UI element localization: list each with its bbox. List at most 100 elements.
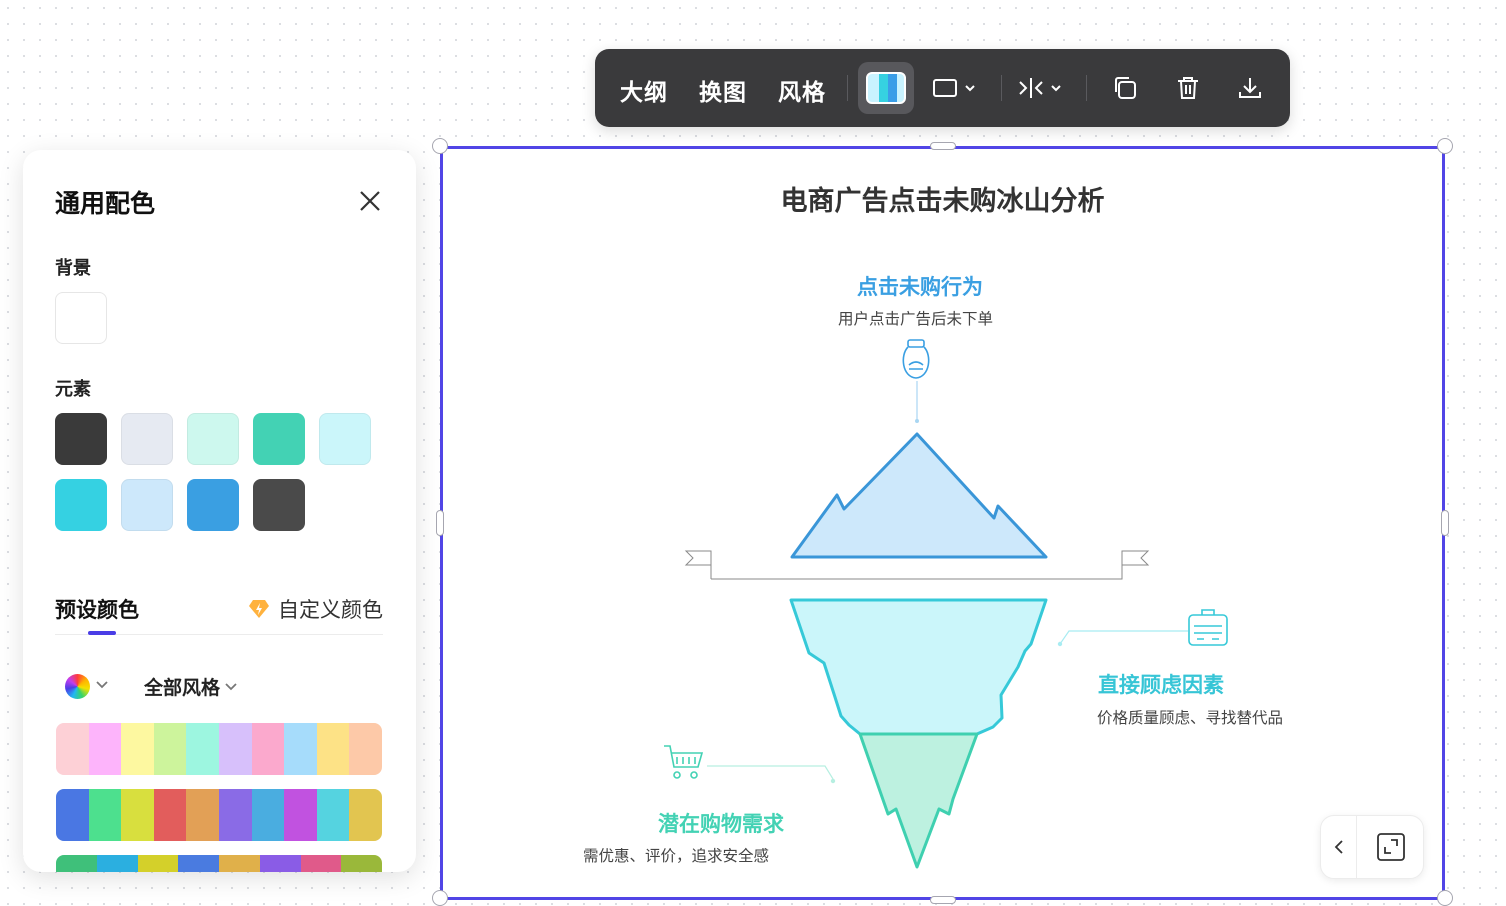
toolbar-divider bbox=[1086, 75, 1087, 101]
element-color-swatch[interactable] bbox=[55, 413, 107, 465]
palette-option[interactable] bbox=[56, 855, 382, 872]
rectangle-shape-icon bbox=[933, 79, 975, 97]
palette-color-cell bbox=[218, 723, 252, 775]
palette-color-cell bbox=[186, 723, 219, 775]
palette-color-cell bbox=[251, 789, 285, 841]
palette-color-cell bbox=[284, 789, 317, 841]
palette-color-cell bbox=[96, 855, 138, 872]
close-icon[interactable] bbox=[359, 190, 381, 212]
floating-toolbar: 大纲 换图 风格 bbox=[595, 49, 1290, 127]
corner-divider bbox=[1356, 816, 1357, 878]
tab-custom-colors[interactable]: 自定义颜色 bbox=[248, 594, 383, 624]
element-color-swatch[interactable] bbox=[319, 413, 371, 465]
download-button[interactable] bbox=[1237, 73, 1263, 103]
elements-label: 元素 bbox=[55, 379, 91, 400]
style-filter-label: 全部风格 bbox=[144, 677, 221, 699]
swap-chart-button[interactable]: 换图 bbox=[699, 73, 747, 107]
money-bag-icon bbox=[902, 339, 930, 379]
resize-handle-bottom-right[interactable] bbox=[1437, 890, 1453, 906]
align-dropdown-button[interactable] bbox=[1018, 73, 1066, 103]
tab-custom-label: 自定义颜色 bbox=[278, 598, 383, 622]
shape-dropdown-button[interactable] bbox=[933, 73, 979, 103]
chevron-left-icon[interactable] bbox=[1332, 839, 1346, 855]
palette-color-cell bbox=[56, 855, 97, 872]
element-color-swatch[interactable] bbox=[121, 413, 173, 465]
copy-icon bbox=[1115, 77, 1136, 99]
style-filter-dropdown[interactable]: 全部风格 bbox=[144, 673, 238, 700]
top-connector-dot bbox=[915, 419, 919, 423]
palette-color-cell bbox=[88, 789, 122, 841]
color-settings-panel: 通用配色 背景 元素 预设颜色 自定义颜色 全部风格 bbox=[23, 150, 416, 872]
palette-icon bbox=[866, 72, 906, 104]
palette-color-cell bbox=[137, 855, 179, 872]
fit-screen-icon[interactable] bbox=[1377, 833, 1405, 861]
download-icon bbox=[1239, 78, 1261, 98]
palette-color-cell bbox=[56, 789, 89, 841]
element-color-swatch[interactable] bbox=[253, 479, 305, 531]
iceberg-deep bbox=[858, 732, 979, 869]
element-color-swatch[interactable] bbox=[121, 479, 173, 531]
palette-color-cell bbox=[341, 855, 382, 872]
palette-color-cell bbox=[121, 789, 154, 841]
palette-option[interactable] bbox=[56, 789, 382, 841]
palette-color-cell bbox=[121, 723, 154, 775]
credit-card-icon bbox=[1188, 609, 1228, 646]
palette-color-cell bbox=[316, 723, 350, 775]
element-color-swatch[interactable] bbox=[55, 479, 107, 531]
resize-handle-top-left[interactable] bbox=[432, 138, 448, 154]
palette-color-cell bbox=[56, 723, 89, 775]
diagram-canvas[interactable]: 电商广告点击未购冰山分析 点击未购行为 用户点击广告后未下单 直接顾虑因素 价格… bbox=[440, 146, 1445, 900]
style-button[interactable]: 风格 bbox=[778, 73, 826, 107]
palette-color-cell bbox=[259, 855, 301, 872]
palette-color-cell bbox=[300, 855, 342, 872]
delete-button[interactable] bbox=[1175, 73, 1201, 103]
outline-button[interactable]: 大纲 bbox=[620, 73, 668, 107]
color-palette-button[interactable] bbox=[858, 62, 914, 114]
element-color-swatch[interactable] bbox=[187, 413, 239, 465]
bottom-connector bbox=[707, 765, 834, 780]
palette-color-cell bbox=[251, 723, 285, 775]
element-color-swatch[interactable] bbox=[187, 479, 239, 531]
tab-preset-colors[interactable]: 预设颜色 bbox=[55, 594, 139, 624]
palette-color-cell bbox=[153, 789, 187, 841]
element-color-swatch[interactable] bbox=[253, 413, 305, 465]
diamond-icon bbox=[249, 600, 269, 618]
background-label: 背景 bbox=[55, 258, 91, 279]
resize-handle-top-right[interactable] bbox=[1437, 138, 1453, 154]
iceberg-tip bbox=[790, 432, 1048, 559]
canvas-corner-controls bbox=[1320, 815, 1424, 879]
resize-handle-bottom[interactable] bbox=[930, 896, 956, 904]
iceberg-graphic bbox=[664, 339, 1228, 869]
copy-button[interactable] bbox=[1112, 73, 1138, 103]
iceberg-underwater bbox=[789, 598, 1048, 736]
flip-icon bbox=[1019, 78, 1061, 98]
palette-color-cell bbox=[316, 789, 350, 841]
trash-icon bbox=[1178, 77, 1198, 99]
style-filter-row: 全部风格 bbox=[65, 672, 385, 702]
palette-color-cell bbox=[219, 855, 260, 872]
right-connector-dot bbox=[1057, 641, 1063, 647]
panel-title: 通用配色 bbox=[55, 189, 156, 218]
palette-color-cell bbox=[186, 789, 219, 841]
active-tab-indicator bbox=[88, 631, 116, 635]
resize-handle-bottom-left[interactable] bbox=[432, 890, 448, 906]
palette-color-cell bbox=[153, 723, 187, 775]
palette-color-cell bbox=[88, 723, 122, 775]
color-tabs: 预设颜色 自定义颜色 bbox=[55, 594, 383, 635]
palette-option[interactable] bbox=[56, 723, 382, 775]
color-wheel-icon[interactable] bbox=[65, 674, 90, 699]
palette-color-cell bbox=[178, 855, 219, 872]
resize-handle-left[interactable] bbox=[436, 510, 444, 536]
bottom-connector-dot bbox=[830, 778, 836, 784]
toolbar-divider bbox=[847, 75, 848, 101]
right-connector bbox=[1059, 630, 1188, 645]
resize-handle-right[interactable] bbox=[1441, 510, 1449, 536]
chevron-down-icon[interactable] bbox=[95, 680, 109, 690]
palette-color-cell bbox=[349, 723, 382, 775]
shopping-cart-icon bbox=[664, 745, 704, 779]
chevron-down-icon bbox=[225, 682, 237, 690]
resize-handle-top[interactable] bbox=[930, 142, 956, 150]
background-swatch[interactable] bbox=[55, 292, 107, 344]
palette-color-cell bbox=[284, 723, 317, 775]
toolbar-divider bbox=[1001, 75, 1002, 101]
